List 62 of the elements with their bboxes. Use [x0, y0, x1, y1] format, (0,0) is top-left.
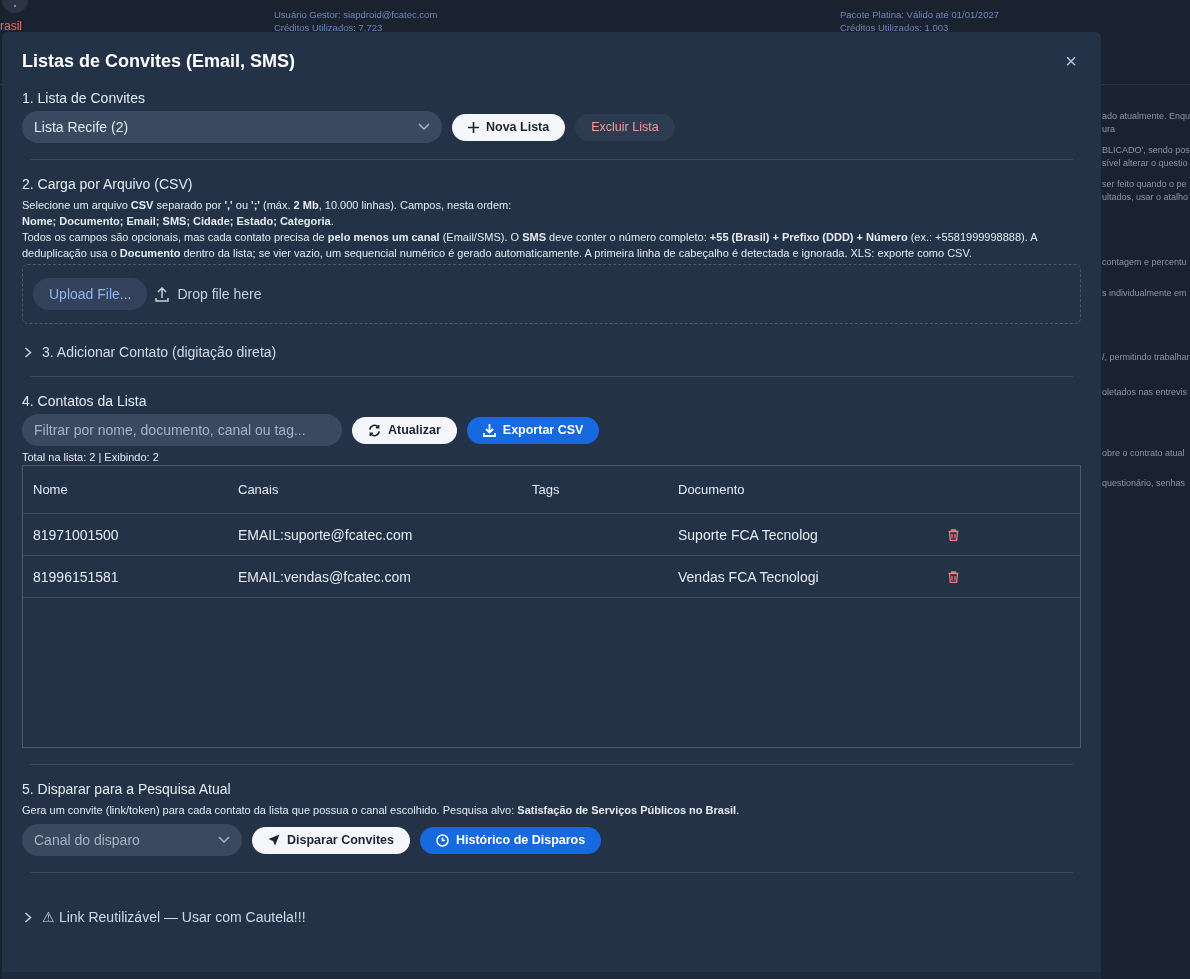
- trash-icon[interactable]: [948, 528, 959, 541]
- trash-icon[interactable]: [948, 570, 959, 583]
- reusable-link-toggle[interactable]: ⚠ Link Reutilizável — Usar com Cautela!!!: [22, 909, 1081, 925]
- upload-button[interactable]: Upload File...: [33, 278, 148, 310]
- delete-list-button[interactable]: Excluir Lista: [575, 113, 675, 141]
- multimedia-info-text: Créditos Utilizados: 1.003: [840, 22, 950, 34]
- table-cell-text: EMAIL:vendas@fcatec.com: [238, 568, 412, 585]
- dispatch-description: Gera um convite (link/token) para cada contato da lista que possua o canal escolhido. Pesquisa alvo: Satisfação de Serviços Públicos no Brasil.: [22, 803, 741, 818]
- table-cell-text: Vendas FCA Tecnologi: [678, 568, 820, 585]
- multimedia-info-text: Pacote Platina: Válido até 01/01/2027: [840, 9, 999, 21]
- list-summary: Total na lista: 2 | Exibindo: 2: [22, 451, 160, 463]
- background-text: obre o contrato atual: [1102, 447, 1186, 460]
- background-text: ser feito quando o pe: [1102, 178, 1188, 191]
- background-text: BLICADO', sendo pos: [1102, 144, 1190, 157]
- channel-select[interactable]: Canal do disparo: [22, 824, 242, 856]
- chevron-down-icon: [418, 123, 430, 131]
- background-text: sível alterar o questio: [1102, 157, 1189, 170]
- table-cell-text: 81996151581: [33, 568, 120, 585]
- column-header: Documento: [678, 482, 746, 497]
- dispatch-history-button[interactable]: Histórico de Disparos: [420, 826, 602, 854]
- instructions-text: Todos os campos são opcionais, mas cada contato precisa de pelo menos um canal (Email/SMS). O SMS deve conter o número completo: +55 (Brasil) + Prefixo (DDD) + Número (ex.: +5581999998888). A deduplicação usa o Documento dentro da lista; se vier vazio, um sequencial numérico é gerado automaticamente. A primeira linha de cabeçalho é detectada e ignorada. XLS: exporte como CSV.: [22, 230, 1039, 261]
- drop-zone[interactable]: Upload File... Drop file here: [22, 264, 1081, 324]
- send-invites-button[interactable]: Disparar Convites: [252, 826, 410, 854]
- chevron-down-icon: [218, 836, 230, 844]
- column-header: Canais: [238, 482, 280, 497]
- section-heading: 5. Disparar para a Pesquisa Atual: [22, 781, 232, 797]
- instructions-text: Nome; Documento; Email; SMS; Cidade; Estado; Categoria.: [22, 214, 335, 229]
- background-text: ura: [1102, 123, 1116, 136]
- add-contact-toggle[interactable]: 3. Adicionar Contato (digitação direta): [22, 344, 1081, 360]
- background-text: ado atualmente. Enqu: [1102, 110, 1190, 123]
- background-text: /, permitindo trabalhar: [1102, 351, 1190, 364]
- background-text: contagem e percentu: [1102, 256, 1188, 269]
- instructions-text: Selecione um arquivo CSV separado por ',' ou ';' (máx. 2 Mb, 10.000 linhas). Campos, nesta ordem:: [22, 198, 513, 213]
- refresh-button[interactable]: Atualizar: [352, 416, 457, 444]
- drop-label: Drop file here: [177, 286, 262, 302]
- upload-icon: [155, 286, 170, 302]
- background-text: s individualmente em: [1102, 287, 1188, 300]
- section-heading: 4. Contatos da Lista: [22, 393, 148, 409]
- column-header: Nome: [33, 482, 69, 497]
- plus-icon: [468, 121, 479, 133]
- contract-info-text: Créditos Utilizados: 7.723: [274, 22, 384, 34]
- section-heading: 1. Lista de Convites: [22, 90, 146, 106]
- paper-plane-icon: [268, 834, 280, 846]
- background-text: ultados, usar o atalho: [1102, 191, 1190, 204]
- list-select[interactable]: Lista Recife (2): [22, 111, 442, 143]
- table-cell-text: Suporte FCA Tecnolog: [678, 526, 819, 543]
- section-heading: 2. Carga por Arquivo (CSV): [22, 176, 194, 192]
- background-text: oletados nas entrevis: [1102, 386, 1189, 399]
- table-cell-text: 81971001500: [33, 526, 120, 543]
- filter-field[interactable]: Filtrar por nome, documento, canal ou tag...: [22, 414, 342, 446]
- new-list-button[interactable]: Nova Lista: [452, 113, 566, 141]
- table-cell-text: EMAIL:suporte@fcatec.com: [238, 526, 414, 543]
- contract-info-text: Usuário Gestor: siapdroid@fcatec.com: [274, 9, 439, 21]
- refresh-icon: [368, 423, 381, 437]
- download-icon: [482, 423, 496, 437]
- bg-label: rasil: [0, 19, 22, 33]
- modal-title: Listas de Convites (Email, SMS): [22, 50, 296, 72]
- background-text: questionário, senhas: [1102, 477, 1187, 490]
- close-button[interactable]: ×: [1061, 49, 1081, 73]
- export-csv-button[interactable]: Exportar CSV: [466, 416, 600, 444]
- clock-icon: [436, 833, 449, 847]
- column-header: Tags: [532, 482, 561, 497]
